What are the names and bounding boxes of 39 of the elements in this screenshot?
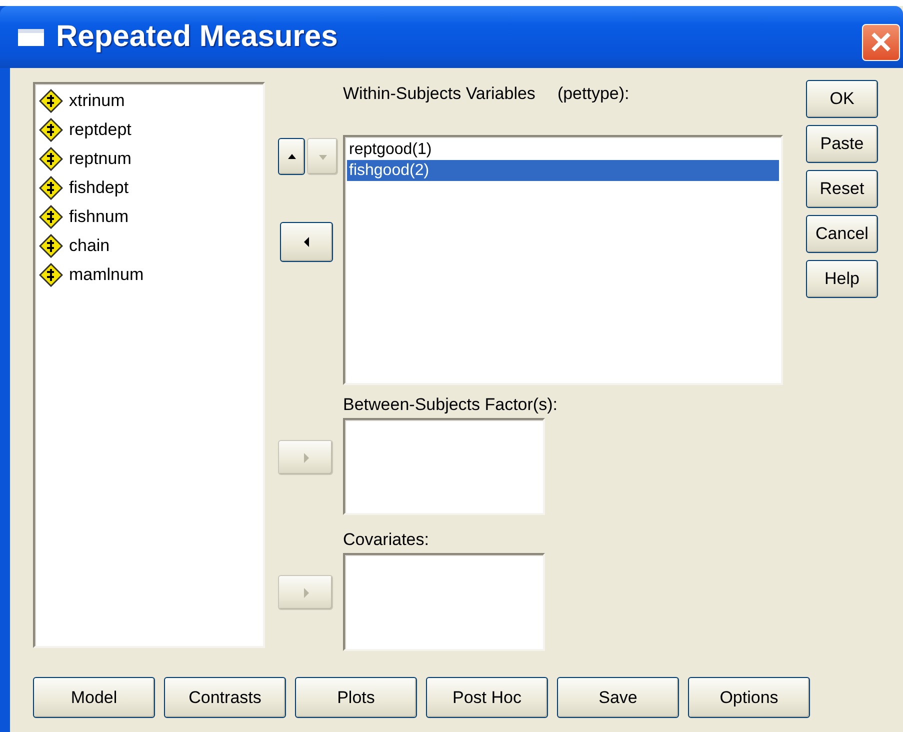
list-item[interactable]: fishdept — [37, 173, 261, 202]
dialog-button[interactable]: Plots — [295, 677, 417, 718]
dialog-button[interactable]: Contrasts — [164, 677, 286, 718]
list-item[interactable]: fishgood(2) — [347, 160, 779, 181]
diamond-icon — [39, 234, 63, 258]
dialog-button[interactable]: Post Hoc — [426, 677, 548, 718]
dialog-button[interactable]: Paste — [806, 125, 878, 163]
dialog-button[interactable]: Reset — [806, 170, 878, 208]
close-icon — [869, 30, 893, 54]
close-button[interactable] — [862, 24, 900, 60]
list-item[interactable]: reptnum — [37, 144, 261, 173]
list-item[interactable]: chain — [37, 231, 261, 260]
dialog-button[interactable]: Model — [33, 677, 155, 718]
list-item[interactable]: fishnum — [37, 202, 261, 231]
list-item[interactable]: reptdept — [37, 115, 261, 144]
field-label: Within-Subjects Variables — [343, 84, 536, 104]
diamond-icon — [39, 262, 63, 286]
dialog-button[interactable]: Options — [688, 677, 810, 718]
dialog-button[interactable]: Save — [557, 677, 679, 718]
triangle-icon — [286, 152, 296, 162]
diamond-icon — [39, 88, 63, 112]
triangle-icon — [302, 237, 312, 247]
move-up-button[interactable] — [278, 138, 305, 175]
window-icon — [18, 28, 44, 46]
diamond-icon — [39, 118, 63, 142]
field-label: Between-Subjects Factor(s): — [343, 395, 558, 415]
factor-label: (pettype): — [557, 84, 630, 104]
move-left-button[interactable] — [280, 222, 333, 262]
diamond-icon — [39, 204, 63, 228]
list-item[interactable]: mamlnum — [37, 260, 261, 289]
field-label: Covariates: — [343, 530, 429, 550]
window-title: Repeated Measures — [56, 20, 339, 54]
list-item[interactable]: xtrinum — [37, 86, 261, 115]
dialog-button[interactable]: Cancel — [806, 215, 878, 253]
diamond-icon — [39, 146, 63, 170]
dialog-button[interactable]: Help — [806, 260, 878, 298]
list-item[interactable]: reptgood(1) — [347, 139, 779, 160]
diamond-icon — [39, 176, 63, 200]
dialog-button[interactable]: OK — [806, 80, 878, 118]
